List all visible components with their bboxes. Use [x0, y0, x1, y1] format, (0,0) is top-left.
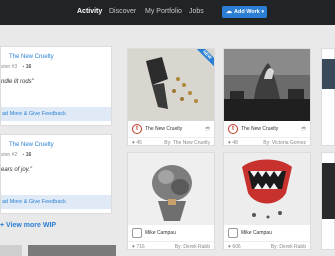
project-thumbnail[interactable] [322, 59, 335, 89]
project-thumbnail[interactable] [322, 163, 335, 219]
wip-quote: ears of joy." [1, 167, 33, 173]
thumbnail[interactable] [0, 245, 22, 256]
nav-discover[interactable]: Discover [109, 8, 136, 15]
nav-my-portfolio[interactable]: My Portfolio [145, 8, 182, 15]
author-byline[interactable]: By: Victoria Gomez [263, 140, 306, 146]
read-more-button[interactable]: ad More & Give Feedback [1, 195, 111, 209]
wip-revision-label: sion #2 [1, 152, 18, 158]
comment-icon: ▪ [22, 152, 25, 158]
likes-count: ♥ 716 [132, 244, 145, 250]
owner-avatar[interactable] [132, 228, 142, 238]
owner-avatar[interactable] [228, 228, 238, 238]
project-thumbnail[interactable] [224, 49, 310, 121]
project-card[interactable]: Mike Campau ♥ 606 By: Derek Rabb [223, 152, 311, 250]
owner-avatar[interactable]: t [228, 124, 238, 134]
download-icon[interactable]: ⬒ [301, 126, 306, 132]
project-thumbnail[interactable] [128, 153, 214, 225]
project-card[interactable]: Mike Campau ♥ 716 By: Derek Rabb [127, 152, 215, 250]
wip-revision-label: sion #3 [1, 64, 18, 70]
thumbnail[interactable] [28, 245, 116, 256]
project-card[interactable]: NEW t The New Cruelty ⬒ ♥ 45 By: The New… [127, 48, 215, 146]
add-work-button[interactable]: ☁ Add Work ▾ [222, 6, 267, 18]
wip-column: The New Cruelty sion #3 ▪ 16 ndle lit ro… [0, 46, 117, 256]
likes-count: ♥ 606 [228, 244, 241, 250]
wip-revision: sion #3 ▪ 16 [1, 64, 31, 70]
top-nav-bar: Activity Discover My Portfolio Jobs ☁ Add… [0, 0, 335, 25]
wip-card: The New Cruelty sion #3 ▪ 16 ndle lit ro… [0, 46, 112, 126]
cloud-upload-icon: ☁ [226, 9, 232, 15]
likes-count: ♥ 48 [228, 140, 238, 146]
owner-name[interactable]: Mike Campau [241, 230, 272, 236]
wip-revision: sion #2 ▪ 16 [1, 152, 31, 158]
owner-avatar[interactable]: t [132, 124, 142, 134]
view-more-wip-link[interactable]: + View more WIP [0, 222, 56, 229]
wip-quote: ndle lit rods" [1, 79, 34, 85]
project-thumbnail[interactable] [224, 153, 310, 225]
owner-name[interactable]: The New Cruelty [145, 126, 182, 132]
author-byline[interactable]: By: Derek Rabb [271, 244, 306, 250]
owner-name[interactable]: The New Cruelty [241, 126, 278, 132]
author-byline[interactable]: By: Derek Rabb [175, 244, 210, 250]
wip-card: The New Cruelty sion #2 ▪ 16 ears of joy… [0, 134, 112, 214]
chevron-down-icon: ▾ [261, 9, 264, 15]
nav-activity[interactable]: Activity [77, 8, 102, 15]
add-work-label: Add Work [234, 9, 260, 15]
likes-count: ♥ 45 [132, 140, 142, 146]
comment-count: 16 [25, 152, 32, 158]
new-badge: NEW [196, 49, 214, 67]
wip-title[interactable]: The New Cruelty [9, 54, 54, 60]
project-card[interactable]: t The New Cruelty ⬒ ♥ 48 By: Victoria Go… [223, 48, 311, 146]
project-card[interactable] [321, 152, 335, 250]
author-byline[interactable]: By: The New Cruelty [164, 140, 210, 146]
comment-count: 16 [25, 64, 32, 70]
comment-icon: ▪ [22, 64, 25, 70]
owner-name[interactable]: Mike Campau [145, 230, 176, 236]
nav-jobs[interactable]: Jobs [189, 8, 204, 15]
download-icon[interactable]: ⬒ [205, 126, 210, 132]
read-more-button[interactable]: ad More & Give Feedback [1, 107, 111, 121]
wip-title[interactable]: The New Cruelty [9, 142, 54, 148]
project-card[interactable] [321, 48, 335, 146]
